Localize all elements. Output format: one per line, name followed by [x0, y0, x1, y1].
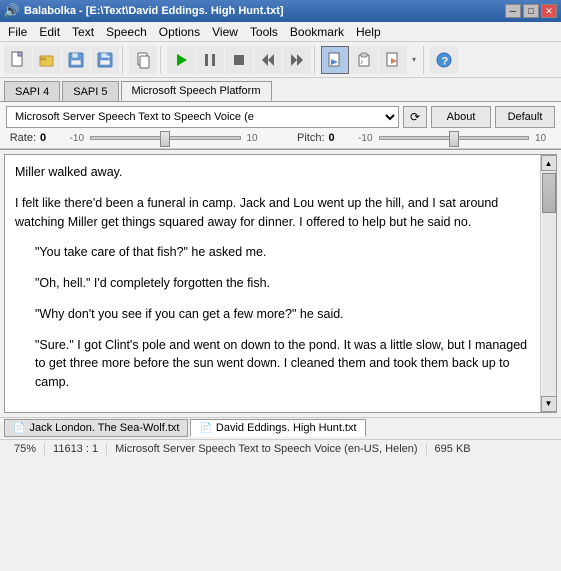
document-tabs: 📄 Jack London. The Sea-Wolf.txt 📄 David … [0, 417, 561, 439]
menu-bar: FileEditTextSpeechOptionsViewToolsBookma… [0, 22, 561, 42]
paragraph-1: Miller walked away. [15, 163, 530, 182]
tab-microsoft-speech-platform[interactable]: Microsoft Speech Platform [121, 81, 272, 101]
paragraph-3: "You take care of that fish?" he asked m… [35, 243, 530, 262]
scroll-down-button[interactable]: ▼ [541, 396, 557, 412]
paragraph-5: "Why don't you see if you can get a few … [35, 305, 530, 324]
menu-bookmark[interactable]: Bookmark [284, 23, 350, 41]
menu-view[interactable]: View [206, 23, 244, 41]
doc-tab-high-hunt[interactable]: 📄 David Eddings. High Hunt.txt [190, 419, 365, 437]
text-area-container: Miller walked away. I felt like there'd … [4, 154, 557, 413]
stop-button[interactable] [225, 46, 253, 74]
pitch-max: 10 [535, 133, 555, 144]
pitch-slider[interactable] [379, 136, 530, 140]
rate-pitch-row: Rate: 0 -10 10 Pitch: 0 -10 10 [6, 132, 555, 144]
speak-to-file2-button[interactable] [379, 46, 407, 74]
fastforward-button[interactable] [283, 46, 311, 74]
voice-selector-row: Microsoft Server Speech Text to Speech V… [6, 106, 555, 128]
pitch-thumb[interactable] [449, 131, 459, 147]
speak-to-file-button[interactable] [321, 46, 349, 74]
rate-value: 0 [40, 132, 60, 144]
svg-text:?: ? [442, 55, 449, 67]
minimize-button[interactable]: ─ [505, 4, 521, 18]
paragraph-4: "Oh, hell." I'd completely forgotten the… [35, 274, 530, 293]
sep3 [314, 46, 318, 74]
pitch-label: Pitch: [295, 132, 325, 144]
maximize-button[interactable]: □ [523, 4, 539, 18]
default-button[interactable]: Default [495, 106, 555, 128]
pitch-value: 0 [329, 132, 349, 144]
voice-controls: Microsoft Server Speech Text to Speech V… [0, 102, 561, 149]
close-button[interactable]: ✕ [541, 4, 557, 18]
title-bar: 🔊 Balabolka - [E:\Text\David Eddings. Hi… [0, 0, 561, 22]
menu-edit[interactable]: Edit [33, 23, 66, 41]
pitch-min: -10 [353, 133, 373, 144]
new-button[interactable] [4, 46, 32, 74]
status-position: 11613 : 1 [45, 443, 107, 455]
text-content[interactable]: Miller walked away. I felt like there'd … [5, 155, 540, 412]
sep1 [122, 46, 126, 74]
rewind-button[interactable] [254, 46, 282, 74]
menu-options[interactable]: Options [153, 23, 206, 41]
about-button[interactable]: About [431, 106, 491, 128]
sep4 [423, 46, 427, 74]
play-button[interactable] [167, 46, 195, 74]
refresh-voices-button[interactable]: ⟳ [403, 106, 427, 128]
rate-max: 10 [247, 133, 267, 144]
scroll-thumb[interactable] [542, 173, 556, 213]
doc-tab-high-hunt-label: David Eddings. High Hunt.txt [216, 422, 357, 434]
rate-slider[interactable] [90, 136, 241, 140]
status-bar: 75% 11613 : 1 Microsoft Server Speech Te… [0, 439, 561, 459]
paragraph-6: "Sure." I got Clint's pole and went on d… [35, 336, 530, 392]
scroll-track[interactable] [542, 171, 556, 396]
menu-tools[interactable]: Tools [244, 23, 284, 41]
svg-text:♪: ♪ [360, 59, 364, 66]
save-button[interactable] [62, 46, 90, 74]
scrollbar: ▲ ▼ [540, 155, 556, 412]
paragraph-2: I felt like there'd been a funeral in ca… [15, 194, 530, 232]
tab-sapi4[interactable]: SAPI 4 [4, 81, 60, 101]
status-zoom: 75% [6, 443, 45, 455]
speak-clipboard-button[interactable]: ♪ [350, 46, 378, 74]
status-size: 695 KB [427, 443, 555, 455]
menu-help[interactable]: Help [350, 23, 387, 41]
saveas-button[interactable]: + [91, 46, 119, 74]
sep2 [160, 46, 164, 74]
rate-label: Rate: [6, 132, 36, 144]
help-button[interactable]: ? [430, 46, 458, 74]
main-divider [0, 149, 561, 150]
toolbar-dropdown[interactable]: ▾ [408, 46, 420, 74]
status-voice: Microsoft Server Speech Text to Speech V… [107, 443, 426, 455]
rate-min: -10 [64, 133, 84, 144]
voice-dropdown[interactable]: Microsoft Server Speech Text to Speech V… [6, 106, 399, 128]
tab-sapi5[interactable]: SAPI 5 [62, 81, 118, 101]
rate-thumb[interactable] [160, 131, 170, 147]
doc-tab-sea-wolf-icon: 📄 [13, 423, 25, 434]
menu-text[interactable]: Text [66, 23, 100, 41]
scroll-up-button[interactable]: ▲ [541, 155, 557, 171]
window-title: Balabolka - [E:\Text\David Eddings. High… [24, 5, 505, 17]
doc-tab-sea-wolf-label: Jack London. The Sea-Wolf.txt [29, 422, 179, 434]
doc-tab-sea-wolf[interactable]: 📄 Jack London. The Sea-Wolf.txt [4, 419, 188, 437]
menu-speech[interactable]: Speech [100, 23, 153, 41]
menu-file[interactable]: File [2, 23, 33, 41]
doc-tab-high-hunt-icon: 📄 [199, 423, 211, 434]
speech-tabs: SAPI 4 SAPI 5 Microsoft Speech Platform [0, 78, 561, 102]
app-icon: 🔊 [4, 3, 20, 19]
copy-clipboard-button[interactable] [129, 46, 157, 74]
window-controls: ─ □ ✕ [505, 4, 557, 18]
open-button[interactable] [33, 46, 61, 74]
pause-button[interactable] [196, 46, 224, 74]
svg-text:+: + [106, 54, 110, 61]
toolbar: + ♪ ▾ ? [0, 42, 561, 78]
